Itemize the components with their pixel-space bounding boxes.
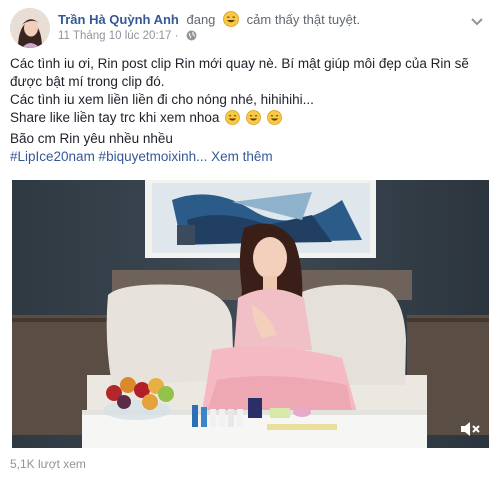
- hashtag-line: #LipIce20nam #biquyetmoixinh... Xem thêm: [10, 148, 490, 166]
- hashtag-links[interactable]: #LipIce20nam #biquyetmoixinh...: [10, 149, 207, 164]
- post-text: Các tình iu ơi, Rin post clip Rin mới qu…: [10, 55, 490, 166]
- video-frame: [12, 180, 489, 448]
- facebook-post: Trần Hà Quỳnh Anh đang cảm thấy thật tuy…: [0, 0, 500, 479]
- activity-verb: đang: [186, 12, 216, 27]
- post-author-line: Trần Hà Quỳnh Anh đang cảm thấy thật tuy…: [58, 11, 360, 30]
- chevron-down-icon[interactable]: [470, 14, 484, 26]
- author-name[interactable]: Trần Hà Quỳnh Anh: [58, 12, 179, 27]
- globe-icon[interactable]: [186, 30, 197, 44]
- avatar[interactable]: [10, 8, 50, 48]
- speaker-muted-icon[interactable]: [459, 420, 481, 438]
- post-text-line: Các tình iu ơi, Rin post clip Rin mới qu…: [10, 56, 469, 71]
- grinning-face-icon: [266, 110, 282, 130]
- see-more-link[interactable]: Xem thêm: [211, 149, 273, 164]
- video-player[interactable]: [12, 180, 489, 448]
- post-text-line: Bão cm Rin yêu nhều nhều: [10, 131, 173, 146]
- share-text: Share like liền tay trc khi xem nhoa: [10, 110, 220, 125]
- grinning-face-icon: [245, 110, 261, 130]
- post-meta: 11 Tháng 10 lúc 20:17 ·: [58, 30, 197, 44]
- post-text-line: Các tình iu xem liền liền đi cho nóng nh…: [10, 92, 314, 107]
- smiling-face-icon: [223, 11, 239, 30]
- grinning-face-icon: [225, 110, 241, 130]
- meta-separator: ·: [174, 30, 179, 42]
- post-text-line: được bật mí trong clip đó.: [10, 74, 165, 89]
- post-header: Trần Hà Quỳnh Anh đang cảm thấy thật tuy…: [10, 8, 490, 50]
- view-count[interactable]: 5,1K lượt xem: [10, 457, 86, 471]
- post-timestamp[interactable]: 11 Tháng 10 lúc 20:17: [58, 30, 171, 42]
- feeling-text[interactable]: cảm thấy thật tuyệt.: [247, 12, 360, 27]
- post-text-line-share: Share like liền tay trc khi xem nhoa: [10, 109, 490, 130]
